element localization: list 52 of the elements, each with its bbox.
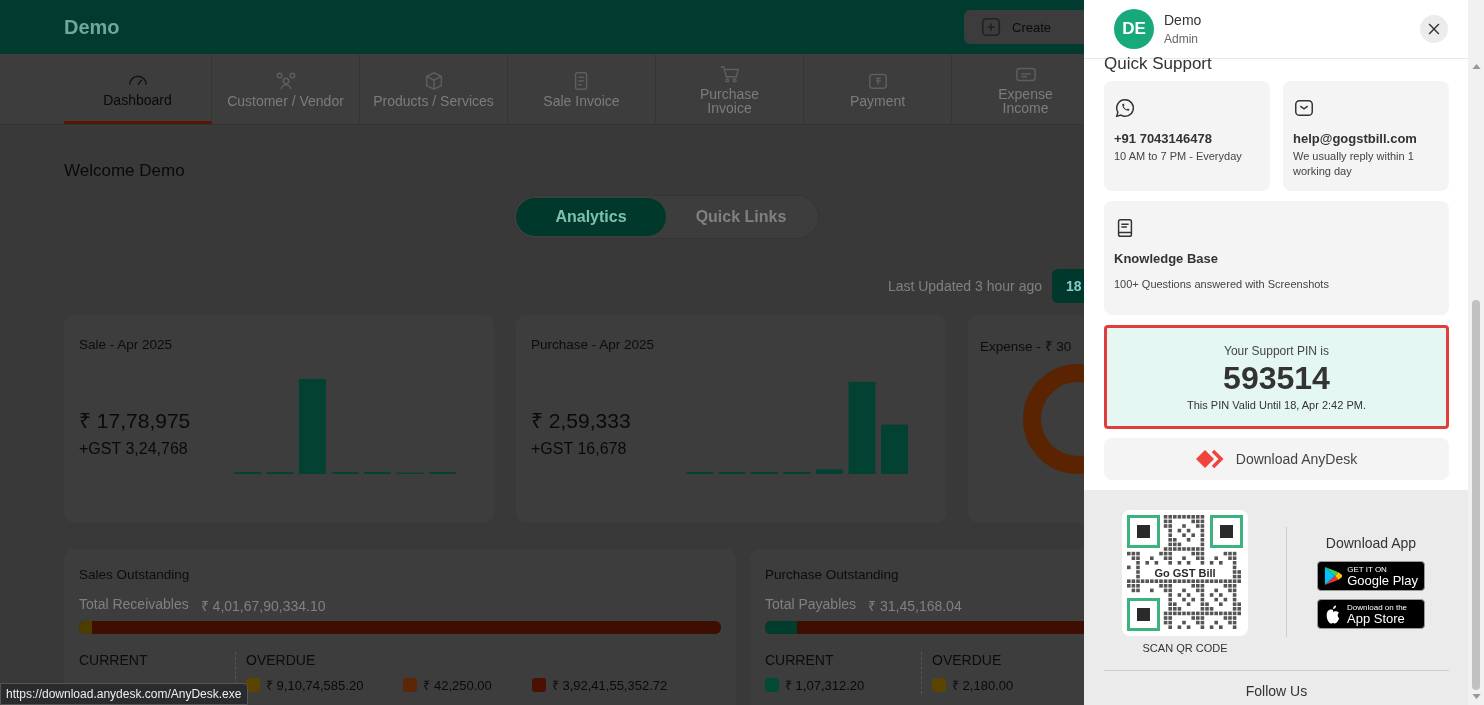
plus-icon: [980, 16, 1002, 38]
cart-icon: [718, 63, 741, 85]
store-badge-button[interactable]: GET IT ON Google Play: [1317, 561, 1425, 591]
follow-us-heading: Follow Us: [1244, 683, 1309, 699]
contact-card[interactable]: +91 7043146478 10 AM to 7 PM - Everyday: [1104, 81, 1270, 191]
qr-logo-text: Go GST Bill: [1152, 567, 1218, 579]
store-caption: GET IT ON: [1347, 565, 1387, 574]
chat-phone-icon: [1114, 97, 1136, 119]
refresh-button[interactable]: 18: [1052, 269, 1084, 303]
close-button[interactable]: [1420, 15, 1448, 43]
apple-icon: [1324, 603, 1342, 625]
contact-title: +91 7043146478: [1114, 131, 1213, 146]
scroll-down-icon[interactable]: [1471, 694, 1481, 699]
view-tab[interactable]: Analytics: [516, 198, 666, 236]
people-icon: [274, 70, 297, 92]
store-name: App Store: [1347, 612, 1405, 625]
last-updated-text: Last Updated 3 hour ago: [887, 278, 1042, 294]
pin-validity: This PIN Valid Until 18, Apr 2:42 PM.: [1187, 398, 1366, 411]
download-anydesk-button[interactable]: Download AnyDesk: [1104, 438, 1449, 480]
section-heading: Quick Support: [1104, 55, 1213, 73]
contact-title: help@gogstbill.com: [1293, 131, 1418, 146]
total-amount: ₹ 4,01,67,90,334.10: [200, 597, 326, 615]
pin-value: 593514: [1223, 359, 1330, 397]
user-name: Demo: [1164, 12, 1202, 28]
download-app-title: Download App: [1325, 535, 1417, 551]
contact-note: We usually reply within 1 working day: [1293, 149, 1415, 179]
chart-bar: [881, 424, 908, 474]
user-role: Admin: [1164, 32, 1199, 46]
contact-note: 10 AM to 7 PM - Everyday: [1114, 149, 1243, 164]
store-name: Google Play: [1347, 574, 1418, 587]
contact-note: 100+ Questions answered with Screenshots: [1114, 277, 1330, 292]
user-avatar: DE: [1114, 9, 1154, 49]
scroll-up-icon[interactable]: [1471, 64, 1481, 69]
store-badge-button[interactable]: Download on the App Store: [1317, 599, 1425, 629]
pin-label: Your Support PIN is: [1224, 343, 1329, 358]
total-amount: ₹ 31,45,168.04: [868, 597, 962, 615]
contact-card[interactable]: Knowledge Base 100+ Questions answered with Screenshots: [1104, 201, 1449, 315]
view-tab[interactable]: Quick Links: [666, 198, 816, 236]
app-title: Demo: [64, 15, 120, 39]
total-label: Total Payables: [765, 596, 857, 614]
scrollbar[interactable]: [1468, 0, 1484, 705]
store-caption: Download on the: [1347, 603, 1408, 612]
diamond-arrow-icon: [1195, 448, 1226, 470]
contact-title: Knowledge Base: [1114, 251, 1220, 266]
qr-caption: SCAN QR CODE: [1142, 642, 1228, 654]
contact-card[interactable]: help@gogstbill.com We usually reply within 1 working day: [1283, 81, 1449, 191]
mail-icon: [1293, 97, 1315, 119]
play-triangle-icon: [1324, 565, 1343, 587]
total-label: Total Receivables: [79, 596, 189, 614]
status-bar-url: https://download.anydesk.com/AnyDesk.exe: [0, 683, 249, 705]
close-icon: [1427, 22, 1441, 36]
chart-bar: [816, 469, 843, 474]
